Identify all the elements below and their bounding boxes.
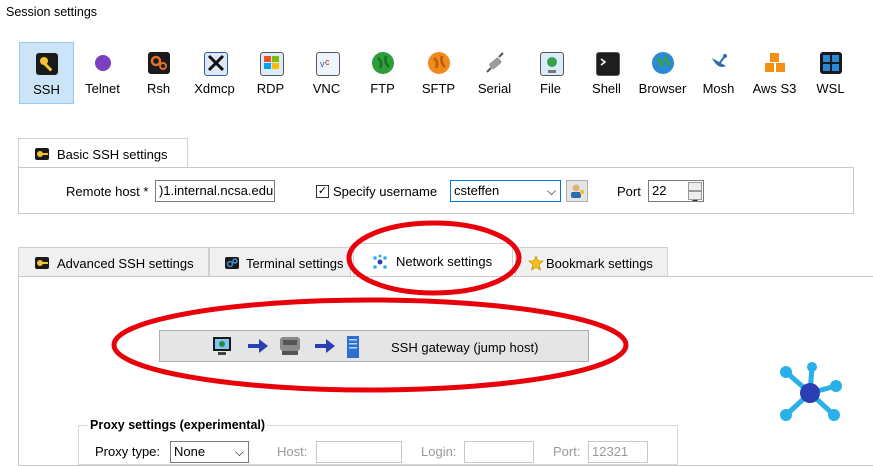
annotation-overlay	[111, 220, 629, 393]
annotation-circle-gateway	[111, 297, 629, 393]
annotation-circle-network-tab	[346, 220, 522, 296]
